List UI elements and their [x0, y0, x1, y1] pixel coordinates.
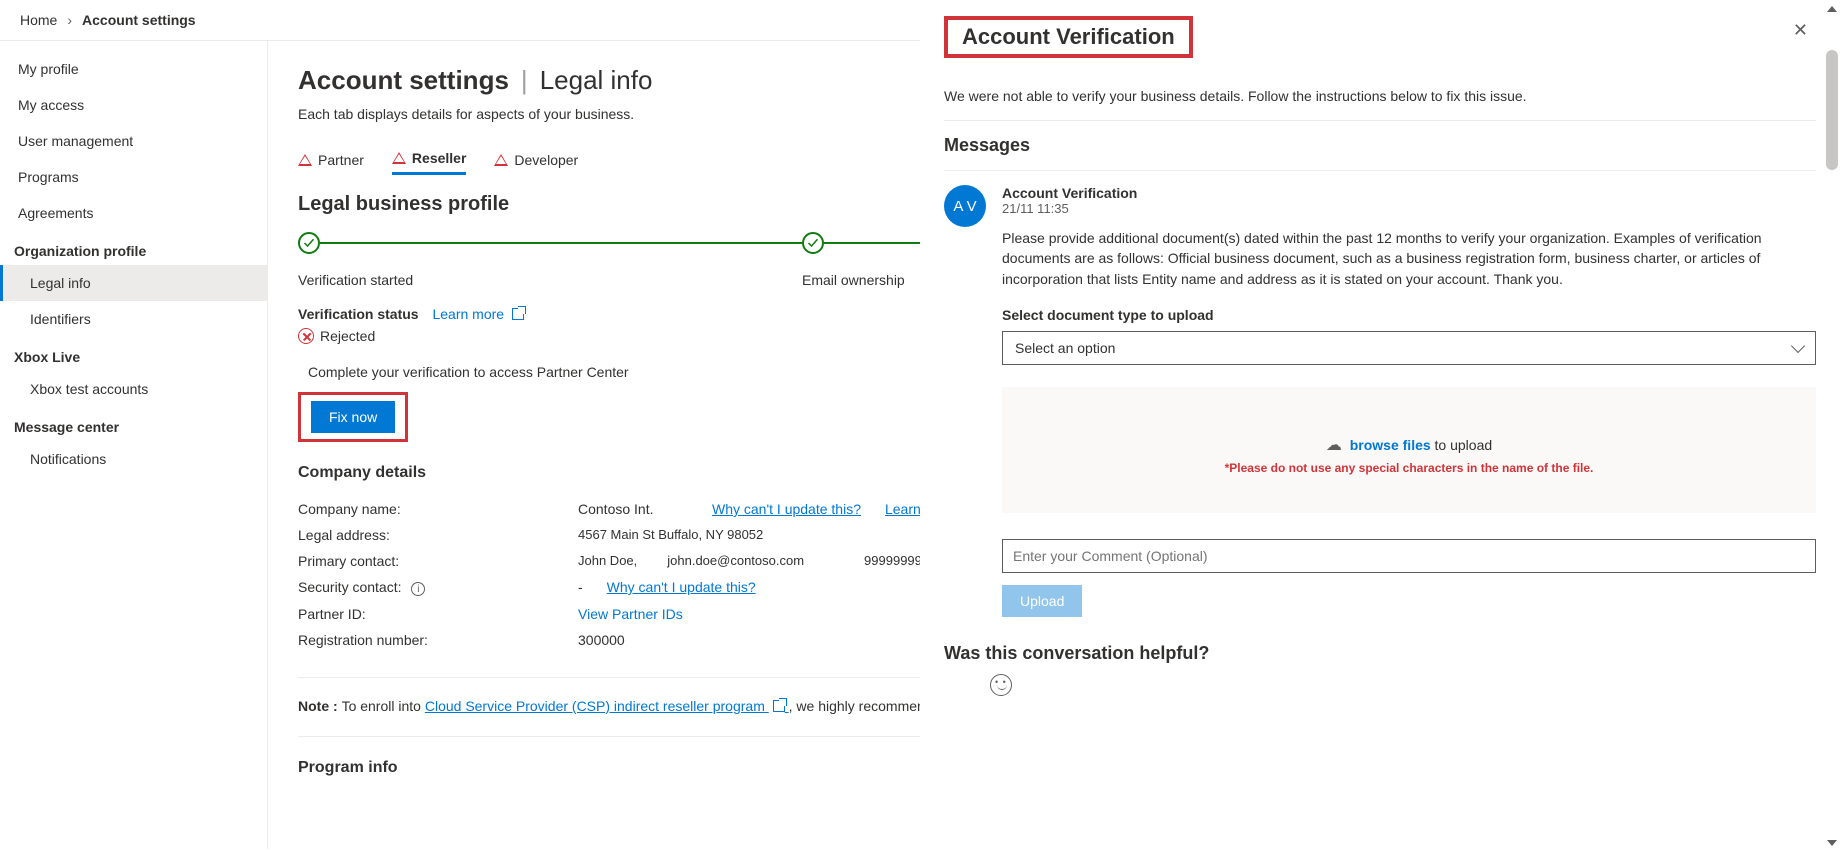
tab-label: Partner	[318, 152, 364, 168]
info-icon[interactable]: i	[411, 582, 425, 596]
panel-intro: We were not able to verify your business…	[944, 88, 1816, 104]
scroll-down-icon[interactable]	[1827, 840, 1837, 846]
tab-label: Reseller	[412, 150, 466, 166]
step-label: Verification started	[298, 272, 802, 288]
legal-address-label: Legal address:	[298, 527, 578, 543]
avatar: A V	[944, 185, 986, 227]
sidebar-header-xbox: Xbox Live	[0, 337, 267, 371]
security-contact-value: -	[578, 579, 583, 595]
contact-name: John Doe,	[578, 553, 637, 568]
sidebar-header-message-center: Message center	[0, 407, 267, 441]
primary-contact-label: Primary contact:	[298, 553, 578, 569]
external-link-icon	[512, 308, 524, 320]
select-placeholder: Select an option	[1015, 340, 1115, 356]
close-icon[interactable]: ✕	[1785, 16, 1816, 45]
breadcrumb-current: Account settings	[82, 12, 196, 28]
csp-program-link[interactable]: Cloud Service Provider (CSP) indirect re…	[425, 698, 789, 714]
warning-icon	[494, 154, 508, 166]
title-divider: |	[521, 65, 528, 96]
note-prefix: Note :	[298, 698, 342, 714]
security-contact-label: Security contact: i	[298, 579, 578, 596]
tab-label: Developer	[514, 152, 578, 168]
tab-partner[interactable]: Partner	[298, 144, 364, 175]
smiley-icon[interactable]	[990, 674, 1012, 696]
message-time: 21/11 11:35	[1002, 201, 1816, 216]
status-label: Verification status	[298, 306, 419, 322]
page-title-main: Account settings	[298, 65, 509, 96]
upload-prompt: ☁ browse files to upload	[1022, 435, 1796, 455]
note-before: To enroll into	[342, 698, 425, 714]
check-icon	[298, 232, 320, 254]
panel-title-highlight: Account Verification	[944, 16, 1193, 58]
contact-email: john.doe@contoso.com	[667, 553, 804, 568]
why-update-security-link[interactable]: Why can't I update this?	[607, 579, 756, 595]
why-update-link[interactable]: Why can't I update this?	[712, 501, 861, 517]
sidebar-item-notifications[interactable]: Notifications	[0, 441, 267, 477]
rejected-text: Rejected	[320, 328, 375, 344]
partner-id-label: Partner ID:	[298, 606, 578, 622]
company-name-label: Company name:	[298, 501, 578, 517]
document-type-select[interactable]: Select an option	[1002, 331, 1816, 365]
sidebar-item-xbox-test[interactable]: Xbox test accounts	[0, 371, 267, 407]
company-name-value: Contoso Int.	[578, 501, 688, 517]
comment-input[interactable]	[1002, 539, 1816, 573]
warning-icon	[392, 152, 406, 164]
select-document-label: Select document type to upload	[1002, 307, 1816, 323]
chevron-down-icon	[1791, 339, 1805, 353]
fix-now-button[interactable]: Fix now	[311, 401, 395, 433]
upload-suffix: to upload	[1435, 437, 1493, 453]
cloud-upload-icon: ☁	[1326, 437, 1342, 454]
warning-icon	[298, 154, 312, 166]
registration-number-label: Registration number:	[298, 632, 578, 648]
message-item: A V Account Verification 21/11 11:35 Ple…	[944, 170, 1816, 617]
legal-address-value: 4567 Main St Buffalo, NY 98052	[578, 527, 763, 542]
sidebar-item-my-access[interactable]: My access	[0, 87, 267, 123]
fix-now-highlight: Fix now	[298, 392, 408, 442]
panel-scrollbar[interactable]	[1824, 0, 1840, 852]
browse-files-link[interactable]: browse files	[1350, 437, 1431, 453]
progress-line	[320, 242, 802, 244]
upload-warning: *Please do not use any special character…	[1022, 461, 1796, 475]
account-verification-panel: Account Verification ✕ We were not able …	[920, 0, 1840, 852]
upload-dropzone[interactable]: ☁ browse files to upload *Please do not …	[1002, 387, 1816, 513]
link-text: Learn more	[432, 306, 504, 322]
sidebar-item-legal-info[interactable]: Legal info	[0, 265, 267, 301]
message-sender: Account Verification	[1002, 185, 1816, 201]
messages-heading: Messages	[944, 120, 1816, 170]
sidebar-item-agreements[interactable]: Agreements	[0, 195, 267, 231]
chevron-right-icon: ›	[67, 12, 72, 28]
message-body: Please provide additional document(s) da…	[1002, 228, 1816, 289]
scroll-up-icon[interactable]	[1827, 6, 1837, 12]
x-circle-icon	[298, 328, 314, 344]
scroll-thumb[interactable]	[1826, 50, 1838, 170]
breadcrumb-home[interactable]: Home	[20, 12, 57, 28]
tab-developer[interactable]: Developer	[494, 144, 578, 175]
sidebar: My profile My access User management Pro…	[0, 41, 268, 849]
external-link-icon	[773, 700, 785, 712]
sidebar-header-organization: Organization profile	[0, 231, 267, 265]
tab-reseller[interactable]: Reseller	[392, 144, 466, 175]
helpful-question: Was this conversation helpful?	[944, 643, 1816, 664]
learn-more-link[interactable]: Learn more	[432, 306, 523, 322]
view-partner-ids-link[interactable]: View Partner IDs	[578, 606, 683, 622]
link-text: Cloud Service Provider (CSP) indirect re…	[425, 698, 765, 714]
sidebar-item-user-management[interactable]: User management	[0, 123, 267, 159]
upload-button[interactable]: Upload	[1002, 585, 1082, 617]
registration-number-value: 300000	[578, 632, 625, 648]
panel-title: Account Verification	[962, 24, 1175, 49]
check-icon	[802, 232, 824, 254]
sidebar-item-programs[interactable]: Programs	[0, 159, 267, 195]
label-text: Security contact:	[298, 579, 402, 595]
sidebar-item-my-profile[interactable]: My profile	[0, 51, 267, 87]
sidebar-item-identifiers[interactable]: Identifiers	[0, 301, 267, 337]
page-title-sub: Legal info	[540, 65, 653, 96]
